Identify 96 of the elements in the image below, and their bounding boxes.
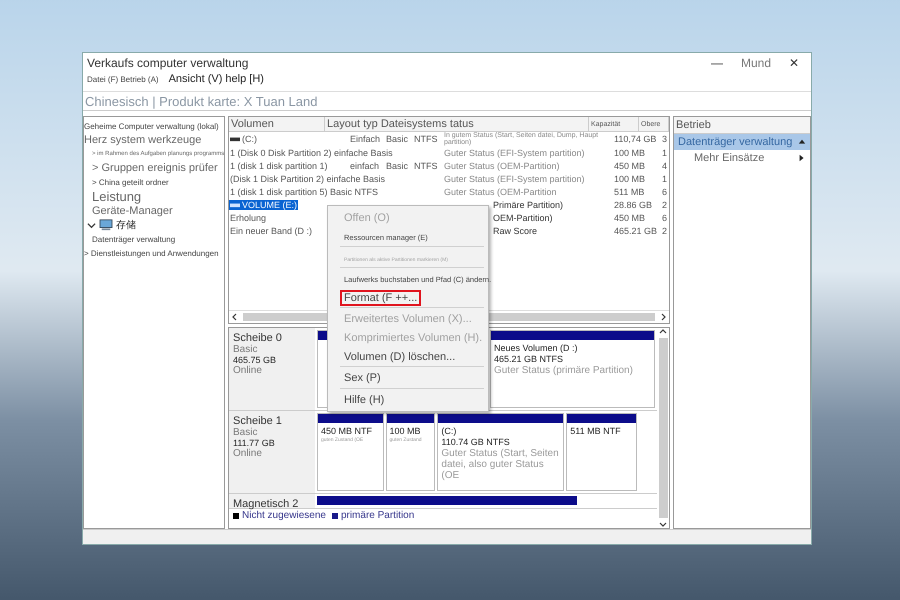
tree-item[interactable]: > Gruppen ereignis prüfer [92,162,218,174]
vertical-scrollbar[interactable] [657,328,669,528]
partition-size: 100 MB [390,426,422,436]
partition-bar [567,414,636,423]
disk-size: 111.77 GB [233,438,276,448]
table-cell-text: einfach [349,160,380,170]
partition-block[interactable]: Neues Volumen (D :) 465.21 GB NTFS Guter Status (primäre Partition) [490,330,655,408]
volume-cell[interactable]: 1 (disk 1 disk partition 1) [229,160,329,170]
context-menu-item[interactable]: Format (F ++... [340,290,422,306]
disk-label[interactable]: Magnetisch 2 [229,494,315,508]
table-cell-text: Basic [385,160,410,170]
disk-type: Basic [233,427,258,438]
table-cell-text: 4 [661,160,668,170]
legend-label: primäre Partition [340,510,414,521]
tree-item[interactable]: 存储 [116,218,136,232]
disk-size: 465.75 GB [233,355,278,365]
close-button[interactable]: ✕ [783,56,805,70]
disk-type: Basic [233,344,258,355]
partition-block[interactable]: (C:) 110.74 GB NTFS Guter Status (Start, Seiten datei, also guter Status (OE [437,413,564,491]
partition-status: Guter Status (primäre Partition) [494,365,634,376]
legend-label: Nicht zugewiesene [242,510,326,521]
context-menu-item[interactable]: Hilfe (H) [340,392,388,409]
window-title: Verkaufs computer verwaltung [87,56,250,70]
table-cell-text: Raw Score [492,226,538,236]
table-cell-text: Einfach [349,134,382,144]
menu-item[interactable]: Datei (F) Betrieb (A) [87,75,159,84]
tree-item[interactable]: > Dienstleistungen und Anwendungen [84,248,219,258]
disk-name: Scheibe 0 [233,332,283,344]
table-cell-text: Guter Status (EFI-System partition) [443,174,586,184]
minimize-button[interactable]: — [704,56,729,70]
partition-title: (C:) [441,426,458,436]
triangle-right-icon [798,154,806,162]
table-cell-text: Guter Status (OEM-Partition) [443,160,561,170]
table-cell-text: 1 [661,174,668,184]
scroll-down-icon[interactable] [657,520,669,528]
table-cell-text: 450 MB [613,212,646,222]
table-cell-text: NTFS [413,160,438,170]
table-cell-text: 511 MB [613,186,646,196]
partition-size: 450 MB NTF [321,426,374,436]
column-header[interactable]: Layout typ Dateisystems tatus [325,117,589,131]
disk-label[interactable]: Scheibe 0 Basic 465.75 GB Online [229,328,315,410]
table-cell-text: 3 [661,134,668,144]
tree-item[interactable]: Leistung [92,189,142,204]
table-cell-text: 28.86 GB [613,200,654,210]
disk-name: Scheibe 1 [233,415,283,427]
triangle-up-icon [798,138,806,146]
volume-cell[interactable]: Erholung [229,212,268,222]
scroll-up-icon[interactable] [657,328,669,336]
volume-cell[interactable]: VOLUME (E:) [229,200,298,210]
volume-cell[interactable]: 1 (Disk 0 Disk Partition 2) einfache Basis [229,148,394,158]
scroll-thumb[interactable] [658,338,668,518]
partition-block[interactable]: 511 MB NTF [566,413,637,491]
partition-bar [318,414,383,423]
table-cell-text: 6 [661,212,668,222]
partition-status: Guter Status (Start, Seiten datei, also guter Status (OE [441,448,560,481]
table-cell-text: 6 [661,186,668,196]
disk-name: Magnetisch 2 [233,498,300,510]
volume-cell[interactable]: (C:) [229,134,258,144]
table-cell-text: 100 MB [613,174,646,184]
tree-item[interactable]: Geheime Computer verwaltung (lokal) [84,122,219,130]
disk-label[interactable]: Scheibe 1 Basic 111.77 GB Online [229,411,315,493]
disk-status: Online [233,365,263,376]
table-cell-text: 465.21 GB [613,226,658,236]
chevron-icon[interactable] [87,220,96,230]
table-cell-text: 100 MB [613,148,646,158]
table-cell-text: Primäre Partition) [492,200,564,210]
volume-cell[interactable]: Ein neuer Band (D :) [229,226,314,236]
partition-title: Neues Volumen (D :) [494,343,579,353]
table-cell-text: OEM-Partition) [492,212,554,222]
volume-cell[interactable]: (Disk 1 Disk Partition 2) einfache Basis [229,174,386,184]
tree-item[interactable]: Geräte-Manager [92,205,173,217]
table-cell-text: 450 MB [613,160,646,170]
action-item[interactable]: Mehr Einsätze [674,150,810,166]
disk-status: Online [233,448,263,459]
partition-size: 465.21 GB NTFS [494,354,564,364]
partition-size: 110.74 GB NTFS [441,437,511,447]
window-button[interactable]: Mund [734,56,777,70]
table-cell-text: Guter Status (OEM-Partition [443,186,558,196]
table-cell-text: NTFS [413,134,438,144]
context-menu-item[interactable]: Sex (P) [340,370,385,388]
table-cell-text: 1 [661,148,668,158]
tree-item[interactable]: > China geteilt ordner [92,178,169,186]
actions-header: Betrieb [674,117,810,134]
partition-size: 511 MB NTF [570,426,622,436]
table-cell-text: 2 [661,200,668,210]
tree-item[interactable]: Herz system werkzeuge [84,134,202,146]
table-cell-text: 2 [661,226,668,236]
context-menu-item[interactable]: Volumen (D) löschen... [340,348,460,366]
table-cell-text: 110,74 GB [613,134,658,144]
table-cell-text: Basic [385,134,410,144]
partition-bar [386,414,434,423]
column-header[interactable]: Volumen [229,117,325,131]
volume-cell[interactable]: 1 (disk 1 disk partition 5) Basic NTFS [229,186,380,196]
table-cell-text: Guter Status (EFI-System partition) [443,148,586,158]
menu-item[interactable]: Ansicht (V) help [H) [168,73,264,85]
tree-item[interactable]: Datenträger verwaltung [92,234,176,244]
